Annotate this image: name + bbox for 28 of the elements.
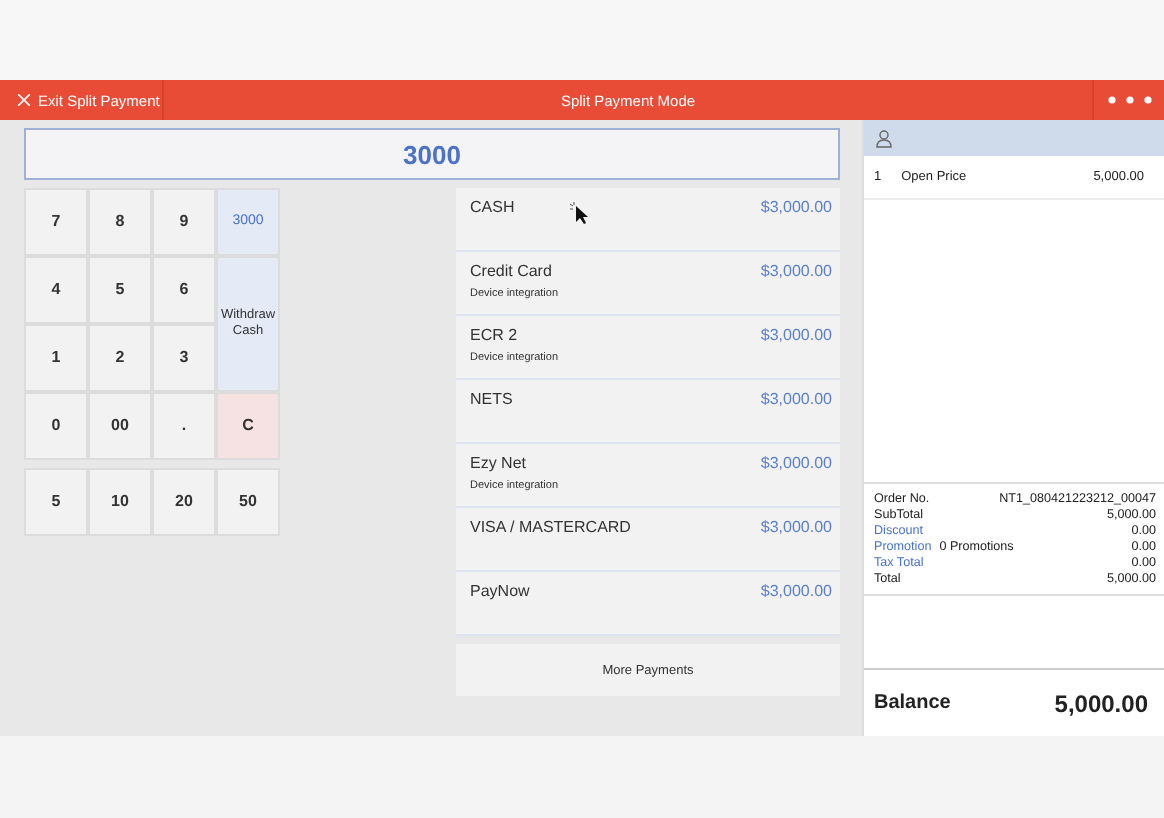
keypad-key[interactable]: 00 — [88, 392, 152, 460]
keypad-key[interactable]: 1 — [24, 324, 88, 392]
quick-amount-key[interactable]: 50 — [216, 468, 280, 536]
keypad-key[interactable]: 0 — [24, 392, 88, 460]
quick-amount-key[interactable]: 20 — [152, 468, 216, 536]
balance-label: Balance — [874, 692, 951, 714]
keypad-key[interactable]: . — [152, 392, 216, 460]
keypad-key[interactable]: 2 — [88, 324, 152, 392]
payment-method-button[interactable]: VISA / MASTERCARD $3,000.00 — [456, 508, 840, 572]
quick-amount-key[interactable]: 5 — [24, 468, 88, 536]
amount-display: 3000 — [24, 128, 840, 180]
close-icon — [18, 94, 30, 106]
keypad-key[interactable]: C — [216, 392, 280, 460]
keypad-key[interactable]: 7 — [24, 188, 88, 256]
keypad-key[interactable]: 5 — [88, 256, 152, 324]
payment-method-button[interactable]: PayNow $3,000.00 — [456, 572, 840, 636]
keypad-key[interactable]: 6 — [152, 256, 216, 324]
balance-value: 5,000.00 — [1054, 689, 1148, 717]
more-icon — [1107, 96, 1151, 104]
cursor-icon — [570, 202, 590, 224]
keypad-key[interactable]: 4 — [24, 256, 88, 324]
quick-amount-key[interactable]: 10 — [88, 468, 152, 536]
keypad-key[interactable]: 9 — [152, 188, 216, 256]
keypad-key[interactable]: 3 — [152, 324, 216, 392]
person-icon[interactable] — [876, 129, 892, 147]
payment-method-button[interactable]: NETS $3,000.00 — [456, 380, 840, 444]
payment-method-button[interactable]: CASH $3,000.00 — [456, 188, 840, 252]
keypad-key[interactable]: 8 — [88, 188, 152, 256]
